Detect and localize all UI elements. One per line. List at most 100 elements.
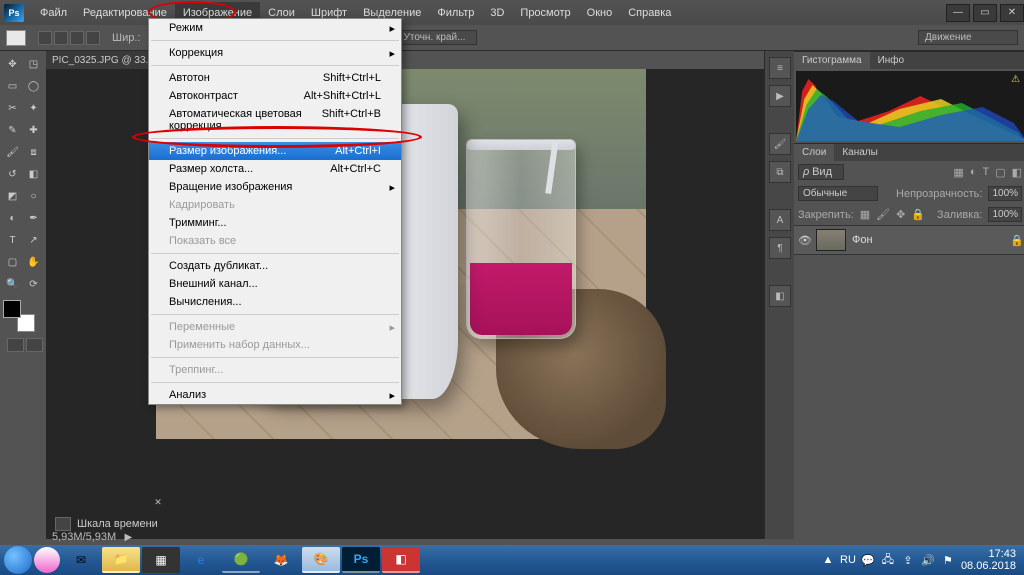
dock-brush-icon[interactable]: 🖌 (769, 133, 791, 155)
dodge-tool[interactable]: ◐ (3, 208, 22, 228)
color-swatches[interactable] (3, 300, 35, 332)
move-tool[interactable]: ✥ (3, 54, 22, 74)
menu-calculations[interactable]: Вычисления... (149, 293, 401, 311)
tray-clock[interactable]: 17:43 08.06.2018 (961, 548, 1020, 572)
tb-explorer[interactable]: 📁 (102, 547, 140, 573)
dock-clone-icon[interactable]: ⧉ (769, 161, 791, 183)
workspace-preset-select[interactable]: Движение (918, 30, 1018, 45)
lock-all-icon[interactable]: 🔒 (911, 208, 925, 221)
tb-photoshop[interactable]: Ps (342, 547, 380, 573)
menu-auto-tone[interactable]: АвтотонShift+Ctrl+L (149, 69, 401, 87)
visibility-icon[interactable]: 👁 (798, 234, 810, 247)
shape-tool[interactable]: ▢ (3, 252, 22, 272)
standard-mode-icon[interactable] (7, 338, 24, 352)
tb-chrome[interactable]: 🟢 (222, 547, 260, 573)
menu-analysis[interactable]: Анализ (149, 386, 401, 404)
timeline-close-icon[interactable]: ✕ (154, 497, 162, 508)
menu-rotation[interactable]: Вращение изображения (149, 178, 401, 196)
crop-tool[interactable]: ✂ (3, 98, 22, 118)
dock-char-icon[interactable]: A (769, 209, 791, 231)
blur-tool[interactable]: ○ (24, 186, 43, 206)
eraser-tool[interactable]: ◧ (24, 164, 43, 184)
selection-new-icon[interactable] (38, 31, 52, 45)
menu-auto-color[interactable]: Автоматическая цветовая коррекцияShift+C… (149, 105, 401, 135)
tray-lang[interactable]: RU (841, 553, 855, 567)
fill-input[interactable]: 100% (988, 207, 1022, 222)
tool-preset-icon[interactable] (6, 30, 26, 46)
tray-usb-icon[interactable]: ⇪ (901, 553, 915, 567)
menu-file[interactable]: Файл (32, 2, 75, 24)
tab-info[interactable]: Инфо (870, 52, 913, 69)
gradient-tool[interactable]: ◩ (3, 186, 22, 206)
lock-paint-icon[interactable]: 🖌 (876, 208, 890, 221)
tb-mail[interactable]: ✉ (62, 547, 100, 573)
layer-row-bg[interactable]: 👁 Фон 🔒 (794, 225, 1024, 255)
filter-adjust-icon[interactable]: ◐ (970, 166, 977, 178)
minimize-button[interactable]: — (946, 4, 970, 22)
heal-tool[interactable]: ✚ (24, 120, 43, 140)
refine-edge-button[interactable]: Уточн. край... (397, 30, 477, 45)
menu-view[interactable]: Просмотр (512, 2, 578, 24)
lock-trans-icon[interactable]: ▦ (860, 208, 870, 221)
dock-history-icon[interactable]: ≡ (769, 57, 791, 79)
selection-add-icon[interactable] (54, 31, 68, 45)
lasso-tool[interactable]: ◯ (24, 76, 43, 96)
tb-paint[interactable]: 🎨 (302, 547, 340, 573)
foreground-color[interactable] (3, 300, 21, 318)
tray-vol-icon[interactable]: 🔊 (921, 553, 935, 567)
tb-fastone[interactable]: ◧ (382, 547, 420, 573)
dock-actions-icon[interactable]: ▶ (769, 85, 791, 107)
filter-shape-icon[interactable]: ▢ (995, 166, 1005, 179)
tray-flag-icon[interactable]: ⚑ (941, 553, 955, 567)
quickmask-icon[interactable] (26, 338, 43, 352)
menu-filter[interactable]: Фильтр (429, 2, 482, 24)
tab-histogram[interactable]: Гистограмма (794, 52, 870, 69)
warning-icon[interactable]: ⚠ (1011, 74, 1020, 85)
lock-pos-icon[interactable]: ✥ (896, 208, 905, 221)
tray-msg-icon[interactable]: 💬 (861, 553, 875, 567)
menu-auto-contrast[interactable]: АвтоконтрастAlt+Shift+Ctrl+L (149, 87, 401, 105)
eyedropper-tool[interactable]: ✎ (3, 120, 22, 140)
blend-mode-select[interactable]: Обычные (798, 186, 878, 201)
tray-net-icon[interactable]: 🖧 (881, 553, 895, 567)
dock-para-icon[interactable]: ¶ (769, 237, 791, 259)
wand-tool[interactable]: ✦ (24, 98, 43, 118)
artboard-tool[interactable]: ◳ (24, 54, 43, 74)
menu-trim[interactable]: Тримминг... (149, 214, 401, 232)
menu-apply-image[interactable]: Внешний канал... (149, 275, 401, 293)
pen-tool[interactable]: ✒ (24, 208, 43, 228)
dock-prop-icon[interactable]: ◧ (769, 285, 791, 307)
type-tool[interactable]: T (3, 230, 22, 250)
selection-int-icon[interactable] (86, 31, 100, 45)
start-button[interactable] (4, 546, 32, 574)
selection-sub-icon[interactable] (70, 31, 84, 45)
tb-yandex[interactable] (34, 547, 60, 573)
brush-tool[interactable]: 🖌 (3, 142, 22, 162)
rotate-view-tool[interactable]: ⟳ (24, 274, 43, 294)
tb-ie[interactable]: e (182, 547, 220, 573)
path-tool[interactable]: ↗ (24, 230, 43, 250)
menu-duplicate[interactable]: Создать дубликат... (149, 257, 401, 275)
filter-pixel-icon[interactable]: ▦ (953, 166, 963, 179)
close-button[interactable]: ✕ (1000, 4, 1024, 22)
zoom-tool[interactable]: 🔍 (3, 274, 22, 294)
maximize-button[interactable]: ▭ (973, 4, 997, 22)
tb-firefox[interactable]: 🦊 (262, 547, 300, 573)
layer-thumb[interactable] (816, 229, 846, 251)
menu-image-size[interactable]: Размер изображения...Alt+Ctrl+I (149, 142, 401, 160)
tab-channels[interactable]: Каналы (834, 144, 886, 161)
hand-tool[interactable]: ✋ (24, 252, 43, 272)
filter-smart-icon[interactable]: ◧ (1012, 166, 1022, 179)
menu-window[interactable]: Окно (579, 2, 621, 24)
menu-3d[interactable]: 3D (482, 2, 512, 24)
tray-expand-icon[interactable]: ▲ (821, 553, 835, 567)
opacity-input[interactable]: 100% (988, 186, 1022, 201)
tab-layers[interactable]: Слои (794, 144, 834, 161)
menu-canvas-size[interactable]: Размер холста...Alt+Ctrl+C (149, 160, 401, 178)
layer-kind-select[interactable]: ρ Вид (798, 164, 844, 180)
menu-adjustments[interactable]: Коррекция (149, 44, 401, 62)
history-brush-tool[interactable]: ↺ (3, 164, 22, 184)
menu-help[interactable]: Справка (620, 2, 679, 24)
tb-totalcmd[interactable]: ▦ (142, 547, 180, 573)
menu-mode[interactable]: Режим (149, 19, 401, 37)
